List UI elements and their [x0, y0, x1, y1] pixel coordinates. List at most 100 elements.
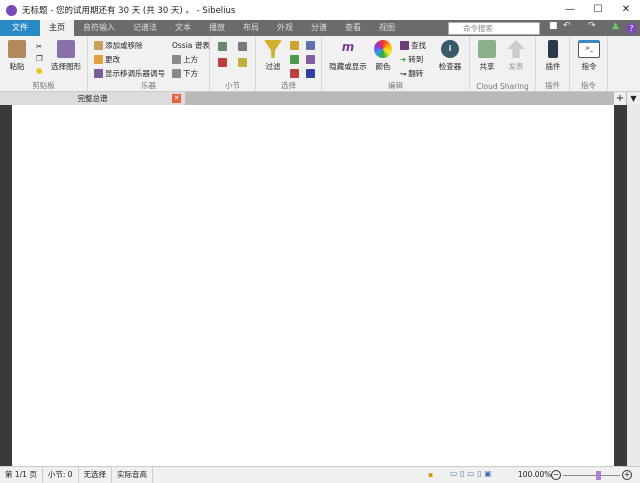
command-search-input[interactable]: 命令搜索 — [448, 22, 540, 35]
filter-button[interactable]: 过滤 — [262, 40, 284, 72]
share-button[interactable]: 共享 — [476, 40, 498, 72]
inspector-button[interactable]: i 检查器 — [434, 40, 466, 72]
color-button[interactable]: 颜色 — [372, 40, 394, 72]
tab-notations[interactable]: 记谱法 — [124, 20, 166, 36]
add-remove-label: 添加或移除 — [105, 41, 143, 50]
ribbon: 粘贴 ✂ ❐ ● 选择图形 剪贴板 添加或移除 更改 显示移调乐器调号 Ossi… — [0, 36, 640, 92]
score-canvas — [0, 105, 640, 466]
show-transposing-label: 显示移调乐器调号 — [105, 69, 165, 78]
hide-show-icon: m — [341, 40, 355, 54]
redo-icon[interactable]: ↷ — [588, 21, 596, 31]
bars-group-label: 小节 — [225, 81, 240, 90]
ossia-below-button[interactable]: 下方 — [172, 68, 198, 79]
info-icon: i — [441, 40, 459, 58]
color-label: 颜色 — [375, 62, 391, 71]
paste-button[interactable]: 粘贴 — [6, 40, 28, 72]
save-icon[interactable]: ■ — [549, 21, 558, 31]
tab-home[interactable]: 主页 — [40, 20, 74, 36]
color-wheel-icon — [374, 40, 392, 58]
find-label: 查找 — [411, 41, 426, 50]
add-remove-button[interactable]: 添加或移除 — [94, 40, 143, 51]
ossia-above-icon — [172, 55, 181, 64]
select-system-icon[interactable] — [306, 41, 315, 50]
select-graphic-label: 选择图形 — [51, 62, 81, 71]
cut-icon[interactable]: ✂ — [36, 42, 42, 51]
instruments-group: 添加或移除 更改 显示移调乐器调号 Ossia 谱表 上方 下方 乐器 — [88, 36, 210, 92]
clipboard-group-label: 剪贴板 — [32, 81, 55, 90]
score-page[interactable] — [12, 105, 614, 466]
select-less-icon[interactable] — [290, 69, 299, 78]
tab-parts[interactable]: 分谱 — [302, 20, 336, 36]
change-button[interactable]: 更改 — [94, 54, 120, 65]
plug-icon — [548, 40, 558, 58]
tab-menu-icon[interactable]: ▼ — [627, 92, 640, 105]
tab-text[interactable]: 文本 — [166, 20, 200, 36]
filter-icon — [264, 40, 282, 58]
add-bar-icon[interactable] — [218, 42, 227, 51]
plugins-group: 插件 插件 — [536, 36, 570, 92]
zoom-out-icon[interactable]: − — [551, 470, 561, 480]
add-tab-icon[interactable]: + — [614, 92, 626, 105]
plugins-label: 插件 — [545, 62, 561, 71]
bars-group: 小节 — [210, 36, 256, 92]
maximize-button[interactable]: ☐ — [584, 0, 612, 20]
tab-view[interactable]: 视图 — [370, 20, 404, 36]
document-tab-bar: 完整总谱 ✕ + ▼ — [0, 92, 640, 105]
hide-show-button[interactable]: m 隐藏或显示 — [326, 40, 370, 72]
filter-label: 过滤 — [265, 62, 281, 71]
change-label: 更改 — [105, 55, 120, 64]
full-score-label: 完整总谱 — [77, 94, 108, 103]
commands-group: >_ 指令 指令 — [570, 36, 608, 92]
tab-appearance[interactable]: 外观 — [268, 20, 302, 36]
flip-label: 翻转 — [408, 69, 424, 78]
select-passage-icon[interactable] — [306, 55, 315, 64]
zoom-level: 100.00% — [518, 470, 552, 479]
publish-label: 发表 — [508, 62, 524, 71]
find-button[interactable]: 查找 — [400, 40, 426, 51]
sibelius-logo-icon — [6, 4, 17, 16]
undo-icon[interactable]: ↶ — [563, 21, 571, 31]
ossia-above-button[interactable]: 上方 — [172, 54, 198, 65]
publish-button[interactable]: 发表 — [504, 40, 528, 72]
goto-button[interactable]: ➜ 转到 — [400, 54, 423, 65]
ossia-below-icon — [172, 69, 181, 78]
tab-note-input[interactable]: 音符输入 — [74, 20, 124, 36]
status-bar: 第 1/1 页 小节: 0 无选择 实际音高 ▪ ▭▯▭▯▣ 100.00% −… — [0, 466, 640, 483]
tab-play[interactable]: 播放 — [200, 20, 234, 36]
show-transposing-button[interactable]: 显示移调乐器调号 — [94, 68, 165, 79]
zoom-slider[interactable] — [563, 475, 620, 476]
ossia-below-label: 下方 — [183, 69, 198, 78]
tab-file[interactable]: 文件 — [0, 20, 40, 36]
select-graphic-small-icon[interactable] — [306, 69, 315, 78]
triangle-up-icon[interactable]: ▲ — [612, 21, 619, 31]
bulb-icon[interactable]: ● — [36, 66, 43, 75]
split-bar-icon[interactable] — [238, 42, 247, 51]
minimize-button[interactable]: — — [556, 0, 584, 20]
bar-rest-icon[interactable] — [238, 58, 247, 67]
vertical-scrollbar[interactable] — [627, 105, 640, 466]
tab-full-score[interactable]: 完整总谱 ✕ — [0, 92, 185, 105]
tab-review[interactable]: 查看 — [336, 20, 370, 36]
delete-bar-icon[interactable] — [218, 58, 227, 67]
filter-small-icon[interactable] — [290, 41, 299, 50]
select-more-icon[interactable] — [290, 55, 299, 64]
edit-group-label: 编辑 — [388, 81, 403, 90]
zoom-in-icon[interactable]: + — [622, 470, 632, 480]
concert-pitch-toggle[interactable]: 实际音高 — [112, 467, 154, 483]
help-icon[interactable]: ? — [626, 23, 637, 34]
plugins-button[interactable]: 插件 — [542, 40, 564, 72]
commands-button[interactable]: >_ 指令 — [576, 40, 602, 72]
flip-button[interactable]: ↝ 翻转 — [400, 68, 423, 79]
view-mode-icons[interactable]: ▭▯▭▯▣ — [450, 469, 495, 478]
lock-icon[interactable]: ▪ — [428, 470, 433, 479]
edit-group: m 隐藏或显示 颜色 查找 ➜ 转到 ↝ 翻转 i 检查器 编辑 — [322, 36, 470, 92]
change-icon — [94, 55, 103, 64]
zoom-slider-thumb[interactable] — [596, 471, 601, 480]
select-graphic-button[interactable]: 选择图形 — [48, 40, 84, 72]
paste-icon — [8, 40, 26, 58]
close-button[interactable]: ✕ — [612, 0, 640, 20]
close-tab-icon[interactable]: ✕ — [172, 94, 181, 103]
commands-label: 指令 — [581, 62, 597, 71]
copy-icon[interactable]: ❐ — [36, 54, 43, 63]
tab-layout[interactable]: 布局 — [234, 20, 268, 36]
